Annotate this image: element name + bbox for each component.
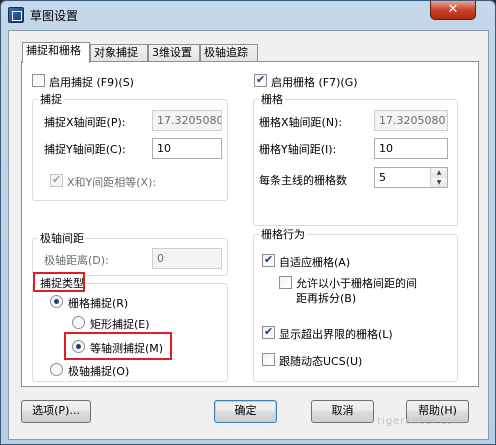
enable-grid-checkbox[interactable] (254, 73, 267, 87)
snap-y-spacing-input[interactable]: 10 (152, 138, 222, 159)
polar-distance-input[interactable]: 0 (152, 248, 222, 269)
adaptive-grid-checkbox[interactable] (262, 253, 275, 267)
major-line-spinner[interactable]: 5 ▲ ▼ (374, 167, 448, 188)
rect-snap-radio[interactable] (72, 316, 85, 329)
cancel-button[interactable]: 取消 (311, 400, 374, 423)
grid-behavior-title: 栅格行为 (259, 226, 307, 242)
grid-y-label: 栅格Y轴间距(I): (259, 143, 337, 156)
enable-snap-label: 启用捕捉 (F9)(S) (49, 76, 134, 89)
polar-snap-radio[interactable] (50, 363, 63, 376)
polar-distance-label: 极轴距离(D): (44, 254, 109, 267)
title-bar: 草图设置 ✕ (1, 1, 495, 29)
grid-y-spacing-input[interactable]: 10 (374, 138, 448, 159)
dialog-window: 草图设置 ✕ 捕捉和栅格 对象捕捉 3维设置 极轴追踪 启用捕捉 (F9)(S)… (0, 0, 496, 445)
subdivide-label-line1: 允许以小于栅格间距的间 (296, 277, 417, 290)
grid-snap-label: 栅格捕捉(R) (68, 297, 129, 310)
snap-x-label: 捕捉X轴间距(P): (44, 116, 126, 129)
major-line-value: 5 (379, 171, 386, 184)
tab-snap-grid[interactable]: 捕捉和栅格 (22, 42, 90, 63)
options-button[interactable]: 选项(P)... (21, 400, 91, 423)
snap-x-spacing-input[interactable]: 17.32050807 (152, 110, 222, 131)
beyond-limits-label: 显示超出界限的栅格(L) (279, 328, 393, 341)
beyond-limits-checkbox[interactable] (262, 325, 275, 339)
snap-group-title: 捕捉 (38, 91, 64, 107)
subdivide-label-line2: 距再拆分(B) (296, 292, 357, 305)
spinner-arrows[interactable]: ▲ ▼ (430, 168, 447, 187)
xy-equal-checkbox[interactable] (50, 173, 63, 187)
enable-snap-checkbox[interactable] (32, 74, 45, 87)
close-button[interactable]: ✕ (430, 1, 476, 20)
tab-object-snap[interactable]: 对象捕捉 (90, 44, 148, 62)
snap-type-highlight (33, 272, 85, 292)
enable-grid-label: 启用栅格 (F7)(G) (271, 76, 358, 89)
iso-snap-radio[interactable] (72, 340, 85, 353)
grid-x-spacing-input[interactable]: 17.32050807 (374, 110, 448, 131)
window-title: 草图设置 (30, 9, 79, 23)
iso-snap-label: 等轴测捕捉(M) (90, 342, 164, 355)
dialog-client: 捕捉和栅格 对象捕捉 3维设置 极轴追踪 启用捕捉 (F9)(S) 捕捉 捕捉X… (8, 30, 489, 440)
major-line-label: 每条主线的栅格数 (259, 174, 347, 187)
snap-y-label: 捕捉Y轴间距(C): (44, 143, 126, 156)
grid-group-title: 栅格 (259, 91, 285, 107)
polar-spacing-title: 极轴间距 (38, 230, 86, 246)
adaptive-grid-label: 自适应栅格(A) (279, 256, 351, 269)
follow-ucs-label: 跟随动态UCS(U) (279, 355, 363, 368)
tab-page: 启用捕捉 (F9)(S) 捕捉 捕捉X轴间距(P): 17.32050807 捕… (21, 61, 479, 387)
grid-x-label: 栅格X轴间距(N): (259, 116, 343, 129)
grid-snap-radio[interactable] (50, 295, 63, 308)
xy-equal-label: X和Y间距相等(X): (67, 176, 157, 189)
tab-3d-settings[interactable]: 3维设置 (148, 44, 200, 62)
rect-snap-label: 矩形捕捉(E) (90, 318, 150, 331)
app-icon (8, 7, 24, 23)
watermark: tigeronter.com (377, 416, 465, 427)
tab-polar-tracking[interactable]: 极轴追踪 (200, 44, 258, 62)
polar-snap-label: 极轴捕捉(O) (68, 365, 130, 378)
follow-ucs-checkbox[interactable] (262, 353, 275, 366)
spin-down-icon[interactable]: ▼ (431, 178, 447, 187)
spin-up-icon[interactable]: ▲ (431, 168, 447, 178)
subdivide-checkbox[interactable] (279, 276, 292, 289)
ok-button[interactable]: 确定 (214, 400, 277, 423)
